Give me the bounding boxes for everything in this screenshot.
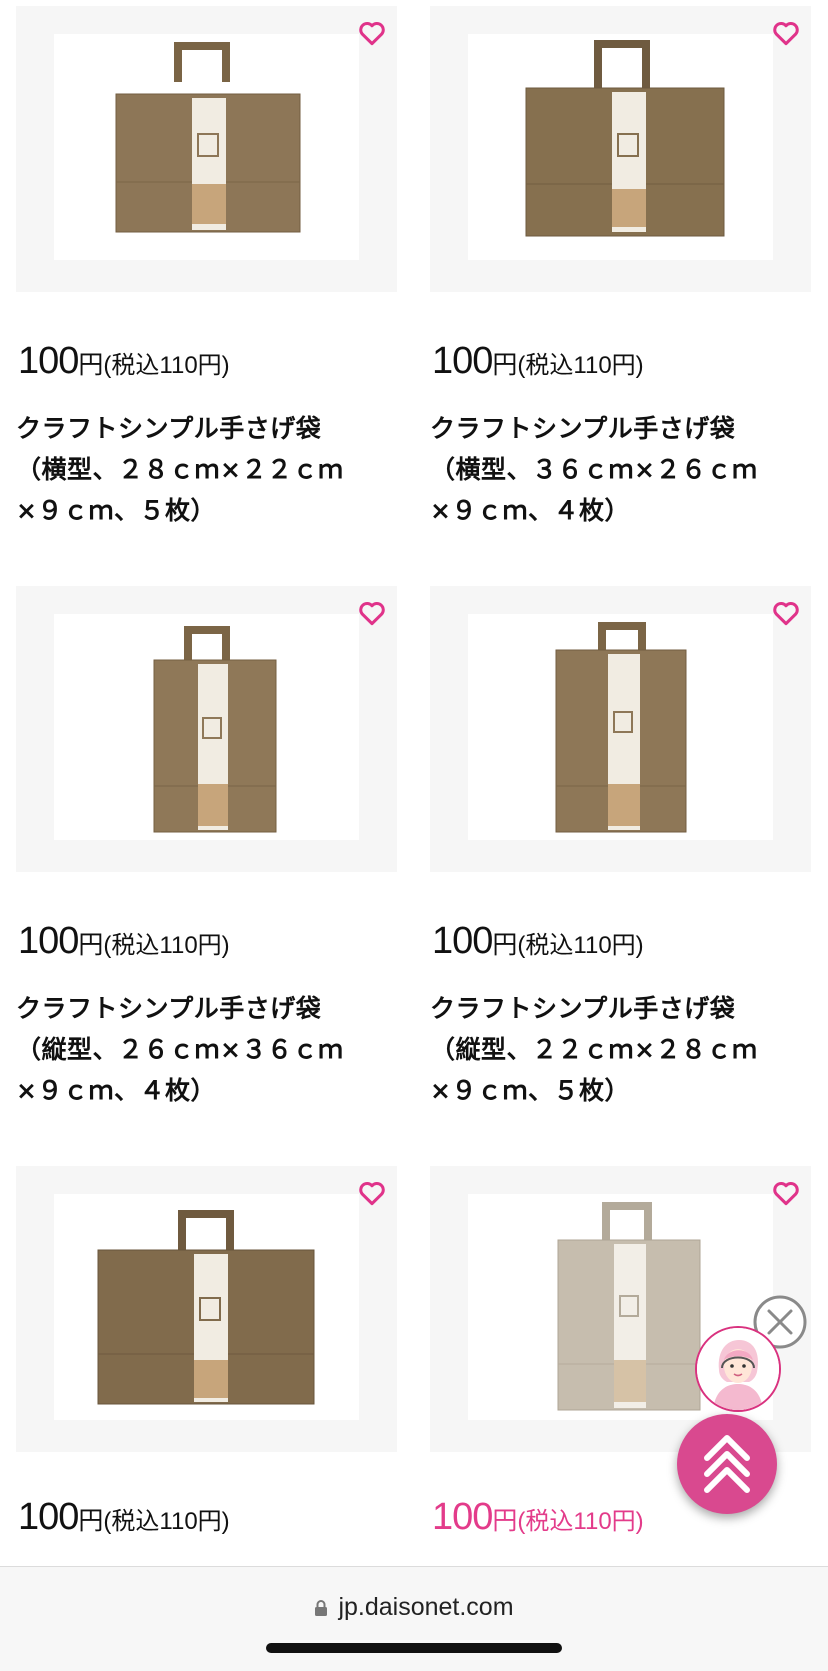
product-image-frame[interactable]	[16, 586, 397, 872]
lock-icon	[315, 1600, 328, 1616]
price-unit: 円	[492, 351, 518, 379]
price-unit: 円	[492, 931, 518, 959]
heart-outline-icon[interactable]	[771, 598, 801, 628]
kraft-bag-portrait-image	[555, 622, 687, 833]
heart-outline-icon[interactable]	[771, 1178, 801, 1208]
product-image[interactable]	[54, 614, 359, 840]
product-image[interactable]	[468, 614, 773, 840]
price-value: 100	[432, 1496, 493, 1538]
heart-outline-icon[interactable]	[357, 1178, 387, 1208]
price-value: 100	[18, 920, 79, 962]
price-tax-included: (税込110円)	[517, 932, 644, 959]
price-unit: 円	[78, 931, 104, 959]
price-value: 100	[18, 340, 79, 382]
product-title[interactable]: クラフトシンプル手さげ袋 （縦型、２２ｃｍ×２８ｃｍ ×９ｃｍ、５枚）	[430, 988, 811, 1111]
product-price: 100円(税込110円)	[432, 920, 644, 963]
price-tax-included: (税込110円)	[103, 932, 230, 959]
product-title[interactable]: クラフトシンプル手さげ袋 （横型、２８ｃｍ×２２ｃｍ ×９ｃｍ、５枚）	[16, 408, 397, 531]
browser-address-bar[interactable]: jp.daisonet.com	[0, 1566, 828, 1671]
address-display[interactable]: jp.daisonet.com	[0, 1593, 828, 1622]
product-price: 100円(税込110円)	[432, 1496, 644, 1539]
product-image[interactable]	[468, 34, 773, 260]
product-image-frame[interactable]	[16, 6, 397, 292]
product-image-frame[interactable]	[430, 6, 811, 292]
product-title[interactable]: クラフトシンプル手さげ袋 （横型、３６ｃｍ×２６ｃｍ ×９ｃｍ、４枚）	[430, 408, 811, 531]
price-unit: 円	[78, 351, 104, 379]
price-value: 100	[18, 1496, 79, 1538]
price-tax-included: (税込110円)	[103, 1508, 230, 1535]
product-image[interactable]	[54, 34, 359, 260]
heart-outline-icon[interactable]	[771, 18, 801, 48]
price-unit: 円	[492, 1507, 518, 1535]
product-price: 100円(税込110円)	[18, 920, 230, 963]
heart-outline-icon[interactable]	[357, 18, 387, 48]
product-price: 100円(税込110円)	[18, 340, 230, 383]
product-title[interactable]: クラフトシンプル手さげ袋 （縦型、２６ｃｍ×３６ｃｍ ×９ｃｍ、４枚）	[16, 988, 397, 1111]
scroll-to-top-chevrons-icon	[704, 1435, 750, 1493]
scroll-to-top-button[interactable]	[677, 1414, 777, 1514]
product-image-frame[interactable]	[16, 1166, 397, 1452]
support-chat-avatar[interactable]	[695, 1326, 781, 1412]
kraft-bag-landscape-image	[525, 40, 725, 237]
price-value: 100	[432, 340, 493, 382]
price-value: 100	[432, 920, 493, 962]
product-image[interactable]	[54, 1194, 359, 1420]
product-image-frame[interactable]	[430, 586, 811, 872]
product-price: 100円(税込110円)	[432, 340, 644, 383]
price-unit: 円	[78, 1507, 104, 1535]
product-price: 100円(税込110円)	[18, 1496, 230, 1539]
price-tax-included: (税込110円)	[517, 1508, 644, 1535]
price-tax-included: (税込110円)	[103, 352, 230, 379]
kraft-bag-portrait-image	[153, 626, 277, 833]
kraft-bag-landscape-image	[115, 42, 301, 233]
price-tax-included: (税込110円)	[517, 352, 644, 379]
home-indicator[interactable]	[266, 1643, 562, 1653]
kraft-bag-landscape-image	[97, 1210, 315, 1405]
heart-outline-icon[interactable]	[357, 598, 387, 628]
support-operator-avatar-icon	[697, 1328, 779, 1410]
url-text: jp.daisonet.com	[338, 1593, 514, 1621]
